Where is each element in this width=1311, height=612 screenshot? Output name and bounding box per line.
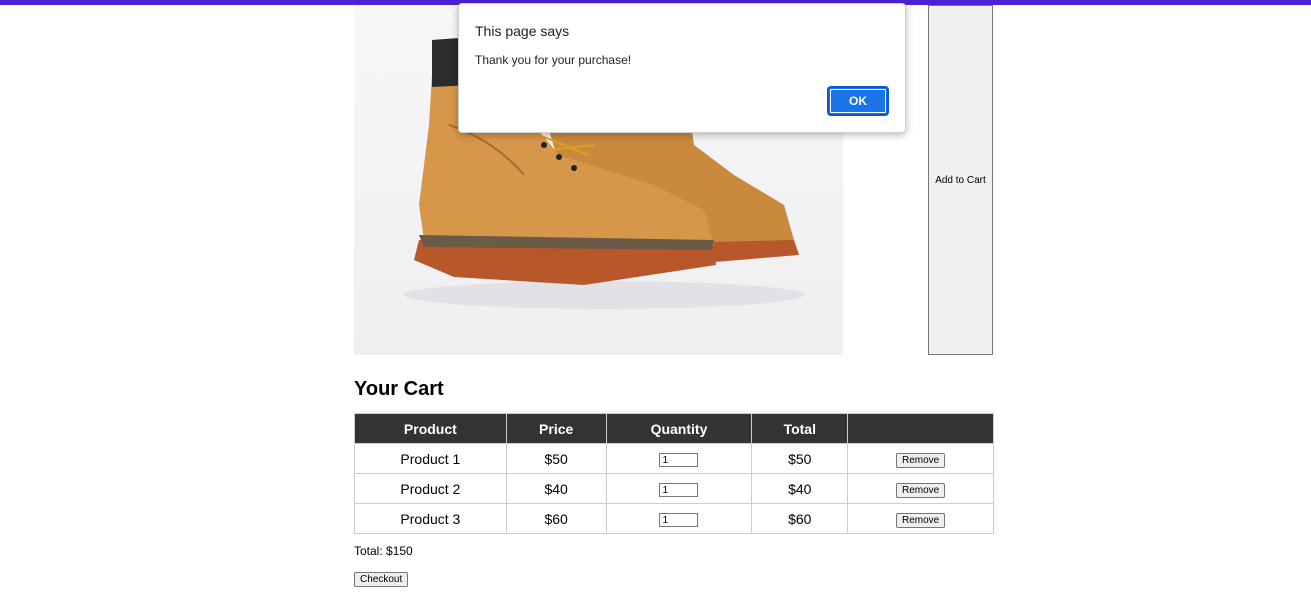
ok-button[interactable]: OK [827, 86, 889, 116]
alert-dialog: This page says Thank you for your purcha… [458, 3, 906, 133]
cell-product: Product 3 [354, 503, 507, 534]
remove-button[interactable]: Remove [895, 482, 946, 498]
cell-quantity [605, 503, 753, 534]
col-total: Total [751, 413, 849, 444]
quantity-input[interactable] [659, 513, 699, 528]
col-actions [847, 413, 994, 444]
cart-total: Total: $150 [354, 544, 413, 558]
col-quantity: Quantity [605, 413, 753, 444]
dialog-title: This page says [475, 23, 570, 39]
cart-title: Your Cart [354, 378, 444, 400]
cell-product: Product 1 [354, 443, 507, 474]
quantity-input[interactable] [659, 453, 699, 468]
cell-total: $40 [751, 473, 849, 504]
quantity-input[interactable] [659, 483, 699, 498]
cell-total: $50 [751, 443, 849, 474]
cell-price: $50 [505, 443, 607, 474]
cell-action: Remove [847, 443, 994, 474]
col-price: Price [505, 413, 607, 444]
cell-product: Product 2 [354, 473, 507, 504]
cell-quantity [605, 473, 753, 504]
table-row: Product 1 $50 $50 Remove [354, 443, 994, 474]
checkout-button[interactable]: Checkout [354, 572, 409, 587]
table-row: Product 2 $40 $40 Remove [354, 473, 994, 504]
cell-total: $60 [751, 503, 849, 534]
cart-table: Product Price Quantity Total Product 1 $… [354, 413, 994, 534]
col-product: Product [354, 413, 507, 444]
cell-action: Remove [847, 473, 994, 504]
cart-header-row: Product Price Quantity Total [354, 413, 994, 444]
remove-button[interactable]: Remove [895, 512, 946, 528]
table-row: Product 3 $60 $60 Remove [354, 503, 994, 534]
dialog-message: Thank you for your purchase! [475, 53, 632, 67]
cell-action: Remove [847, 503, 994, 534]
add-to-cart-button[interactable]: Add to Cart [928, 5, 993, 355]
cell-price: $60 [505, 503, 607, 534]
remove-button[interactable]: Remove [895, 452, 946, 468]
cell-price: $40 [505, 473, 607, 504]
cell-quantity [605, 443, 753, 474]
